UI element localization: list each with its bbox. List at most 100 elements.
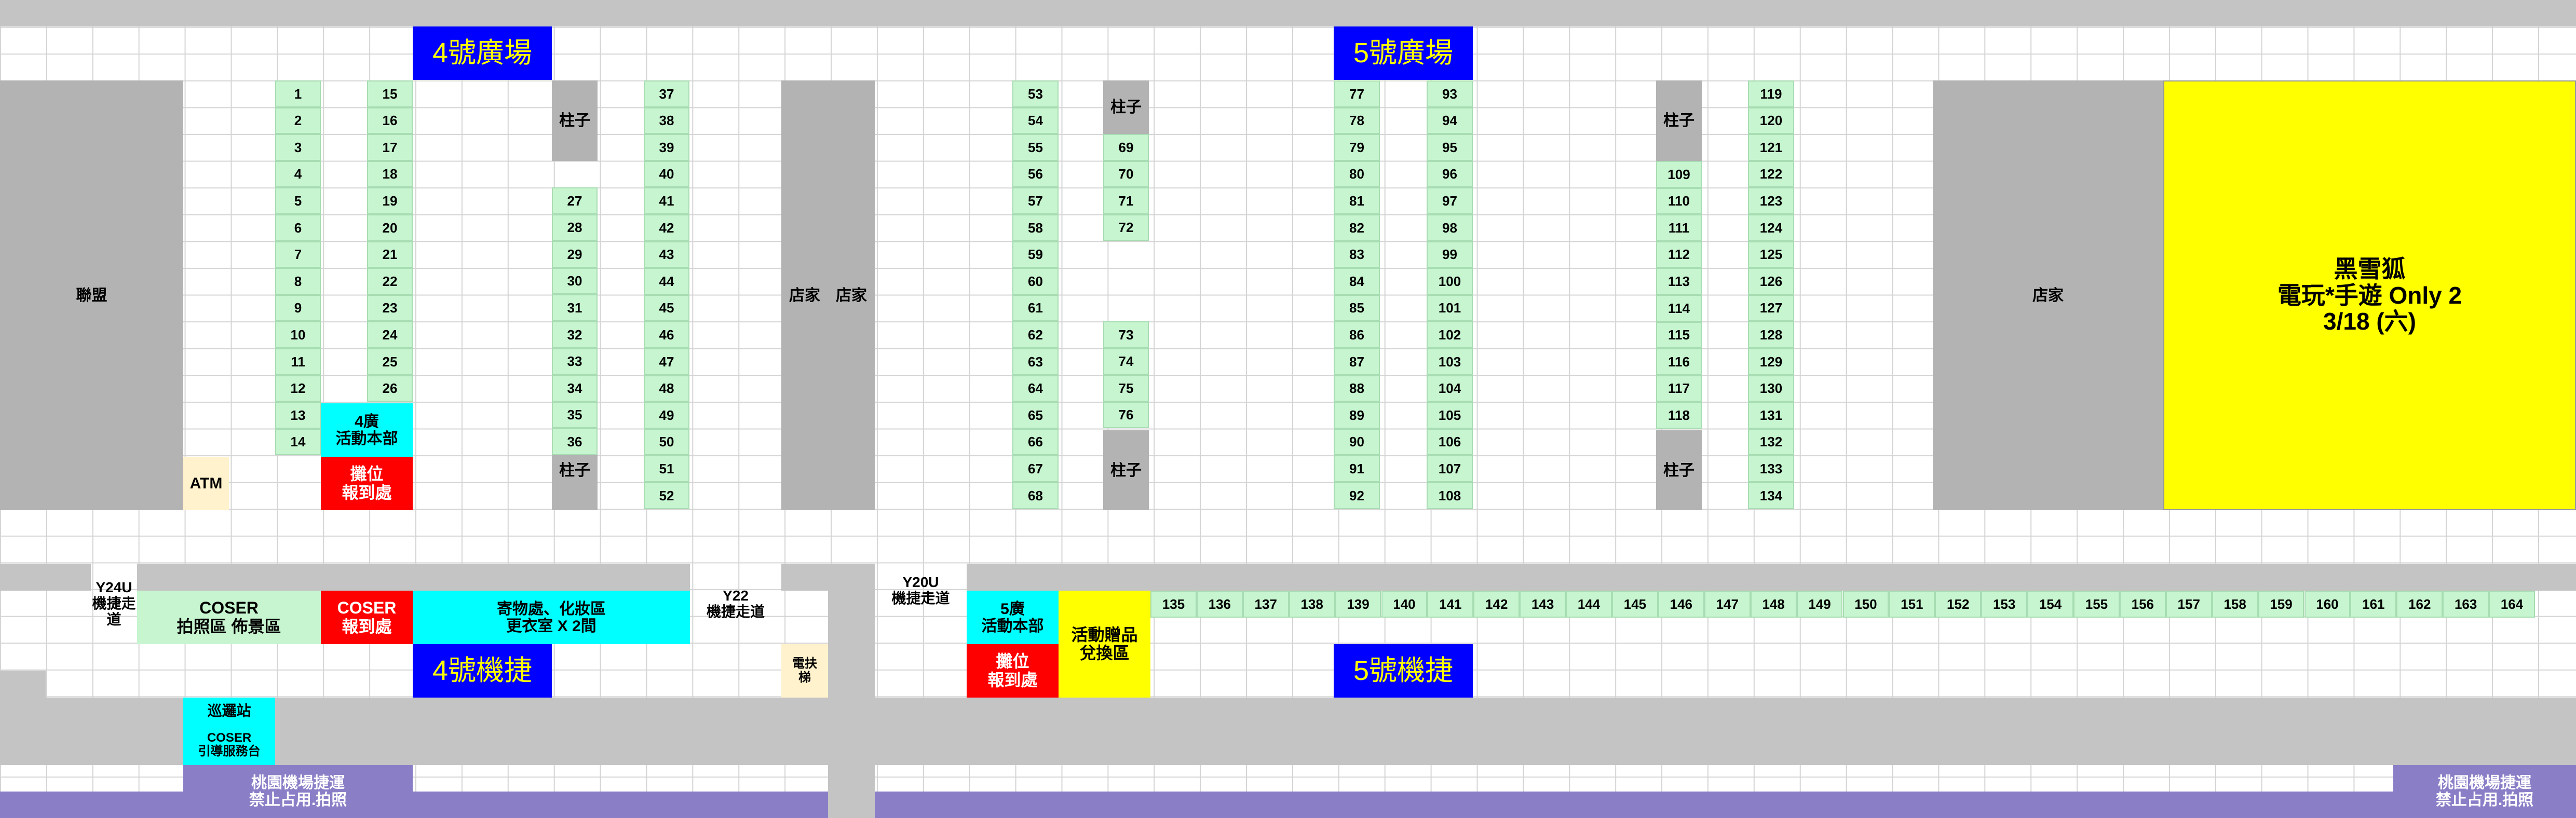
booth-68: 68 — [1012, 482, 1059, 509]
escalator: 電扶 梯 — [781, 644, 828, 698]
pillar: 柱子 — [1103, 430, 1149, 510]
booth-18: 18 — [367, 160, 413, 188]
booth-143: 143 — [1520, 591, 1566, 618]
booth-93: 93 — [1427, 80, 1473, 107]
booth-141: 141 — [1427, 591, 1474, 618]
black-snow-fox-event: 黑雪狐 電玩*手遊 Only 2 3/18 (六) — [2163, 80, 2576, 510]
booth-137: 137 — [1242, 591, 1289, 618]
booth-10: 10 — [275, 321, 321, 348]
y24u-walkway: Y24U 機捷走道 — [92, 579, 136, 628]
plaza-right — [875, 698, 2393, 765]
booth-153: 153 — [1981, 591, 2028, 618]
booth-107: 107 — [1427, 455, 1473, 482]
booth-113: 113 — [1656, 268, 1702, 295]
booth-138: 138 — [1289, 591, 1335, 618]
booth-17: 17 — [367, 134, 413, 161]
booth-127: 127 — [1748, 294, 1794, 322]
booth-160: 160 — [2304, 591, 2351, 618]
booth-35: 35 — [552, 401, 598, 429]
booth-25: 25 — [367, 348, 413, 375]
booth-157: 157 — [2165, 591, 2212, 618]
booth-154: 154 — [2027, 591, 2073, 618]
booth-124: 124 — [1748, 214, 1794, 241]
center-shaft — [828, 564, 875, 818]
booth-159: 159 — [2258, 591, 2304, 618]
booth-33: 33 — [552, 348, 598, 375]
booth-126: 126 — [1748, 268, 1794, 295]
booth-146: 146 — [1658, 591, 1704, 618]
gift-exchange: 活動贈品 兌換區 — [1059, 591, 1150, 698]
booth-50: 50 — [644, 428, 689, 456]
booth-7: 7 — [275, 241, 321, 268]
booth-162: 162 — [2396, 591, 2443, 618]
walkway-y22-right — [781, 564, 828, 591]
booth-61: 61 — [1012, 294, 1059, 322]
booth-82: 82 — [1334, 214, 1380, 241]
booth-92: 92 — [1334, 482, 1380, 509]
booth-149: 149 — [1796, 591, 1843, 618]
booth-44: 44 — [644, 268, 689, 295]
booth-152: 152 — [1935, 591, 1982, 618]
walkway-left-mid — [0, 671, 46, 698]
booth-135: 135 — [1150, 591, 1197, 618]
booth-66: 66 — [1012, 428, 1059, 456]
booth-85: 85 — [1334, 294, 1380, 322]
booth-43: 43 — [644, 241, 689, 268]
booth-129: 129 — [1748, 348, 1794, 375]
booth-86: 86 — [1334, 321, 1380, 348]
booth-31: 31 — [552, 294, 598, 321]
booth-110: 110 — [1656, 187, 1702, 215]
shop-3: 店家 — [1933, 80, 2163, 510]
booth-112: 112 — [1656, 241, 1702, 268]
booth-131: 131 — [1748, 402, 1794, 429]
booth-155: 155 — [2073, 591, 2120, 618]
booth-158: 158 — [2212, 591, 2258, 618]
booth-30: 30 — [552, 267, 598, 295]
coser-photo-area: COSER 拍照區 佈景區 — [137, 591, 321, 644]
booth-89: 89 — [1334, 402, 1380, 429]
booth-117: 117 — [1656, 375, 1702, 402]
booth-114: 114 — [1656, 295, 1702, 322]
booth-62: 62 — [1012, 321, 1059, 348]
booth-140: 140 — [1381, 591, 1428, 618]
booth-145: 145 — [1612, 591, 1658, 618]
square-4-label: 4號廣場 — [413, 26, 552, 80]
booth-94: 94 — [1427, 107, 1473, 134]
plaza-right-end — [2393, 698, 2576, 765]
pillar: 柱子 — [1656, 80, 1702, 161]
booth-96: 96 — [1427, 160, 1473, 188]
booth-checkin-4: 攤位 報到處 — [321, 457, 413, 510]
booth-103: 103 — [1427, 348, 1473, 375]
booth-60: 60 — [1012, 268, 1059, 295]
mrt-corridor-left: 桃園機場捷運 禁止占用.拍照 — [183, 765, 413, 818]
booth-156: 156 — [2119, 591, 2166, 618]
booth-108: 108 — [1427, 482, 1473, 509]
coser-guide-desk: COSER 引導服務台 — [183, 725, 275, 765]
booth-77: 77 — [1334, 80, 1380, 107]
booth-100: 100 — [1427, 268, 1473, 295]
booth-133: 133 — [1748, 455, 1794, 482]
booth-23: 23 — [367, 294, 413, 322]
booth-101: 101 — [1427, 294, 1473, 322]
booth-80: 80 — [1334, 160, 1380, 188]
booth-99: 99 — [1427, 241, 1473, 268]
booth-28: 28 — [552, 214, 598, 241]
booth-63: 63 — [1012, 348, 1059, 375]
booth-130: 130 — [1748, 375, 1794, 402]
booth-120: 120 — [1748, 107, 1794, 134]
booth-45: 45 — [644, 294, 689, 322]
booth-3: 3 — [275, 134, 321, 161]
booth-118: 118 — [1656, 402, 1702, 429]
corridor-right — [875, 792, 2393, 818]
booth-20: 20 — [367, 214, 413, 241]
booth-51: 51 — [644, 455, 689, 482]
booth-52: 52 — [644, 482, 689, 509]
booth-164: 164 — [2489, 591, 2535, 618]
booth-98: 98 — [1427, 214, 1473, 241]
hq-square-4: 4廣 活動本部 — [321, 403, 413, 457]
booth-11: 11 — [275, 348, 321, 375]
booth-65: 65 — [1012, 402, 1059, 429]
coser-checkin: COSER 報到處 — [321, 591, 413, 644]
booth-123: 123 — [1748, 187, 1794, 214]
booth-115: 115 — [1656, 321, 1702, 349]
